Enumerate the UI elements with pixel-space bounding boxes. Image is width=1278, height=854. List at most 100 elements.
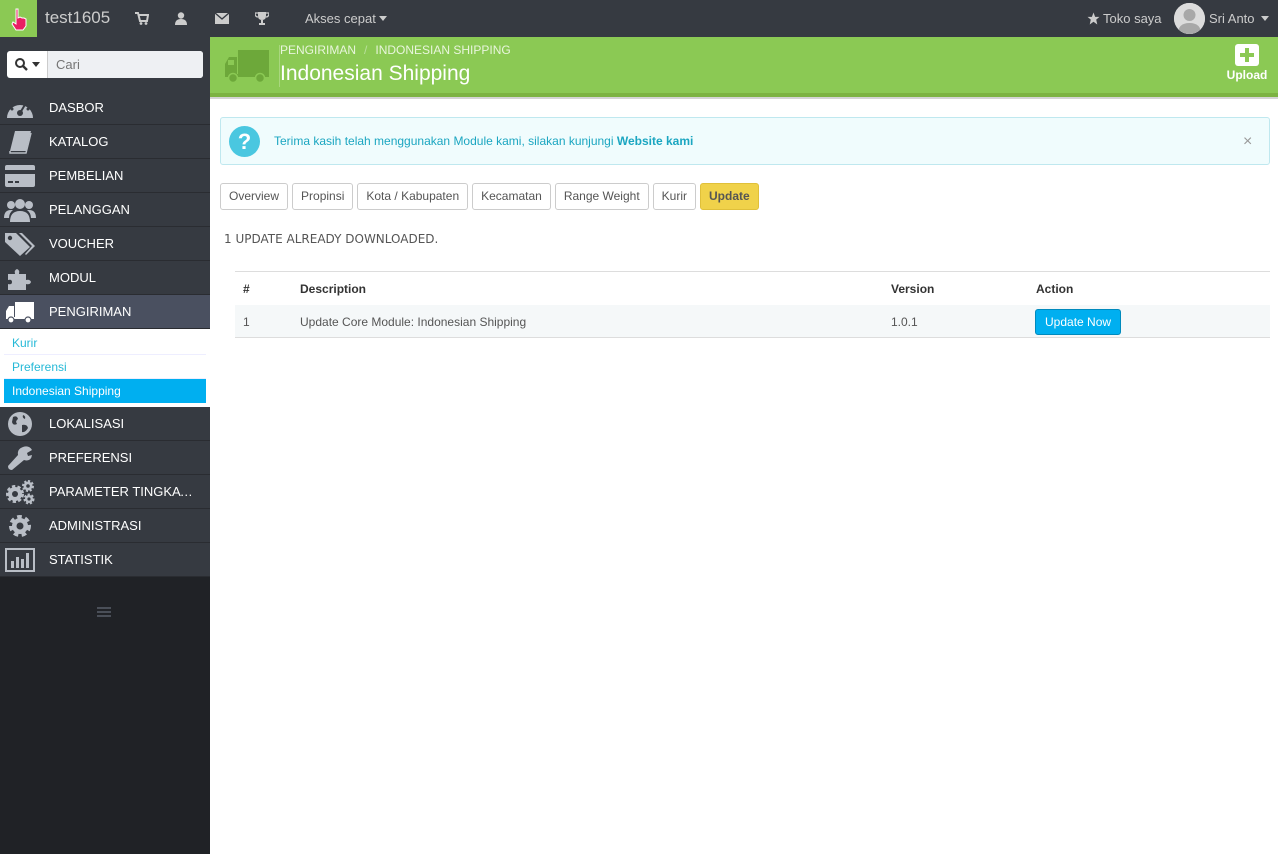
alert-text: Terima kasih telah menggunakan Module ka… (274, 134, 617, 148)
truck-icon (0, 295, 40, 329)
column-header: # (243, 282, 250, 296)
column-header: Action (1036, 282, 1074, 296)
breadcrumb: PENGIRIMAN / INDONESIAN SHIPPING (280, 43, 511, 57)
quick-access-dropdown[interactable]: Akses cepat (305, 11, 387, 26)
tags-icon (0, 227, 40, 261)
shop-name-link[interactable]: test1605 (45, 8, 110, 28)
upload-button[interactable]: Upload (1226, 44, 1268, 82)
menu-label: ADMINISTRASI (49, 518, 142, 533)
tab-update[interactable]: Update (700, 183, 759, 210)
menu-label: DASBOR (49, 100, 104, 115)
sidebar-search-area (0, 37, 210, 91)
close-icon[interactable]: × (1243, 133, 1252, 151)
alert-message: Terima kasih telah menggunakan Module ka… (274, 134, 693, 148)
caret-down-icon (31, 62, 40, 67)
logo-hand-icon[interactable] (0, 0, 37, 37)
submenu-item-preferensi[interactable]: Preferensi (4, 355, 206, 379)
avatar (1174, 3, 1205, 34)
tab-propinsi[interactable]: Propinsi (292, 183, 354, 210)
menu-item-parameter[interactable]: PARAMETER TINGKAT LA... (0, 475, 210, 509)
puzzle-icon (0, 261, 40, 295)
my-shop-label: Toko saya (1103, 11, 1162, 26)
breadcrumb-item[interactable]: INDONESIAN SHIPPING (375, 43, 510, 57)
my-shop-link[interactable]: Toko saya (1087, 11, 1162, 26)
sidebar: DASBOR KATALOG PEMBELIAN PELANGGAN VOUCH… (0, 37, 210, 854)
menu-label: VOUCHER (49, 236, 115, 251)
caret-down-icon (1260, 16, 1269, 21)
bar-chart-icon (0, 543, 40, 577)
menu-label: MODUL (49, 270, 96, 285)
menu-label: PREFERENSI (49, 450, 133, 465)
question-icon: ? (229, 126, 260, 157)
submenu-item-kurir[interactable]: Kurir (4, 331, 206, 355)
update-now-button[interactable]: Update Now (1035, 309, 1122, 335)
credit-card-icon (0, 159, 40, 193)
table-row: 1 Update Core Module: Indonesian Shippin… (235, 305, 1270, 338)
updates-table: # Description Version Action 1 Update Co… (235, 271, 1270, 338)
tab-kota-kabupaten[interactable]: Kota / Kabupaten (357, 183, 469, 210)
tab-kecamatan[interactable]: Kecamatan (472, 183, 551, 210)
cart-icon[interactable] (134, 10, 150, 26)
plus-icon (1235, 44, 1259, 66)
collapse-menu-icon[interactable] (97, 607, 111, 617)
user-name: Sri Anto (1209, 11, 1255, 26)
breadcrumb-item[interactable]: PENGIRIMAN (280, 43, 356, 57)
menu-item-pelanggan[interactable]: PELANGGAN (0, 193, 210, 227)
column-header: Description (300, 282, 367, 296)
menu-item-preferensi[interactable]: PREFERENSI (0, 441, 210, 475)
menu-label: PELANGGAN (49, 202, 130, 217)
column-header: Version (891, 282, 935, 296)
submenu-pengiriman: Kurir Preferensi Indonesian Shipping (0, 329, 210, 407)
menu-label: STATISTIK (49, 552, 113, 567)
dashboard-icon (0, 91, 40, 125)
search-icon (14, 58, 28, 71)
row-version: 1.0.1 (891, 315, 918, 329)
cogs-icon (0, 475, 40, 509)
menu-item-administrasi[interactable]: ADMINISTRASI (0, 509, 210, 543)
page-truck-icon (220, 45, 280, 87)
quick-access-label: Akses cepat (305, 11, 376, 26)
menu-item-modul[interactable]: MODUL (0, 261, 210, 295)
menu-label: PENGIRIMAN (49, 304, 132, 319)
tab-range-weight[interactable]: Range Weight (554, 183, 649, 210)
row-description: Update Core Module: Indonesian Shipping (300, 315, 527, 329)
menu-item-statistik[interactable]: STATISTIK (0, 543, 210, 577)
upload-label: Upload (1226, 68, 1268, 82)
menu-label: PEMBELIAN (49, 168, 124, 183)
caret-down-icon (378, 16, 387, 21)
search-input[interactable] (48, 51, 203, 78)
book-icon (0, 125, 40, 159)
menu-item-pengiriman[interactable]: PENGIRIMAN (0, 295, 210, 329)
menu-item-dasbor[interactable]: DASBOR (0, 91, 210, 125)
search-type-button[interactable] (7, 51, 48, 78)
info-alert: ? Terima kasih telah menggunakan Module … (220, 117, 1270, 165)
tab-kurir[interactable]: Kurir (652, 183, 696, 210)
trophy-icon[interactable] (254, 10, 270, 26)
envelope-icon[interactable] (214, 10, 230, 26)
star-icon (1087, 12, 1100, 25)
user-icon[interactable] (173, 10, 189, 26)
menu-item-katalog[interactable]: KATALOG (0, 125, 210, 159)
tab-overview[interactable]: Overview (220, 183, 289, 210)
row-number: 1 (243, 315, 250, 329)
menu-label: KATALOG (49, 134, 109, 149)
wrench-icon (0, 441, 40, 475)
page-title: Indonesian Shipping (280, 62, 471, 85)
module-tabs: Overview Propinsi Kota / Kabupaten Kecam… (220, 183, 759, 210)
user-menu[interactable]: Sri Anto (1174, 3, 1269, 34)
menu-item-lokalisasi[interactable]: LOKALISASI (0, 407, 210, 441)
menu-item-pembelian[interactable]: PEMBELIAN (0, 159, 210, 193)
gear-icon (0, 509, 40, 543)
table-header: # Description Version Action (235, 272, 1270, 305)
main-menu: DASBOR KATALOG PEMBELIAN PELANGGAN VOUCH… (0, 91, 210, 577)
search-box (7, 51, 203, 78)
section-title: 1 UPDATE ALREADY DOWNLOADED. (224, 232, 439, 246)
globe-icon (0, 407, 40, 441)
menu-item-voucher[interactable]: VOUCHER (0, 227, 210, 261)
users-icon (0, 193, 40, 227)
menu-label: PARAMETER TINGKAT LA... (49, 484, 200, 499)
website-link[interactable]: Website kami (617, 134, 693, 148)
submenu-item-indonesian-shipping[interactable]: Indonesian Shipping (4, 379, 206, 403)
header-shadow (210, 97, 1278, 99)
top-navbar: test1605 Akses cepat Toko saya Sri Anto (0, 0, 1278, 37)
